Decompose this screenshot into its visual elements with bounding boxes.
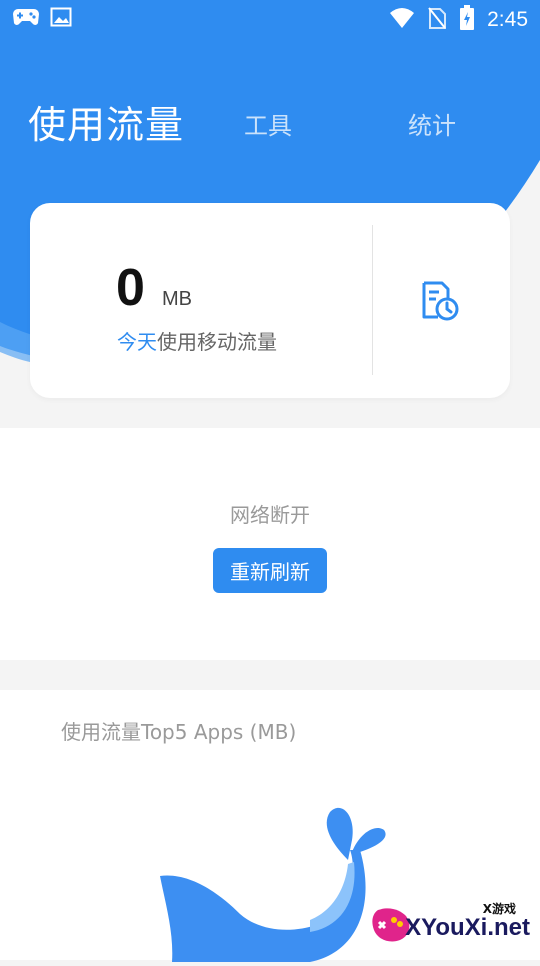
no-sim-icon bbox=[427, 6, 447, 34]
tab-usage[interactable]: 使用流量 bbox=[28, 94, 184, 149]
usage-value: 0 bbox=[116, 259, 145, 317]
clock-time: 2:45 bbox=[487, 8, 528, 31]
usage-caption-highlight: 今天 bbox=[117, 330, 157, 354]
watermark-logo: X游戏 XYouXi.net bbox=[370, 900, 530, 948]
image-icon bbox=[50, 6, 72, 32]
usage-card: 0 MB 今天使用移动流量 bbox=[30, 203, 510, 398]
gamepad-icon bbox=[12, 6, 40, 32]
whale-illustration bbox=[160, 802, 400, 966]
card-divider bbox=[372, 225, 373, 375]
battery-charging-icon bbox=[459, 5, 475, 35]
tab-stats[interactable]: 统计 bbox=[408, 106, 456, 141]
wifi-icon bbox=[389, 7, 415, 33]
network-disconnected-text: 网络断开 bbox=[230, 503, 310, 527]
top-tabs: 使用流量 工具 统计 bbox=[0, 90, 540, 150]
data-history-icon[interactable] bbox=[418, 279, 462, 323]
usage-caption-rest: 使用移动流量 bbox=[157, 330, 277, 354]
watermark-big-text: XYouXi.net bbox=[405, 914, 530, 941]
tab-tools[interactable]: 工具 bbox=[244, 106, 292, 141]
status-bar: 2:45 bbox=[0, 0, 540, 38]
offline-panel: 网络断开 重新刷新 bbox=[0, 428, 540, 660]
usage-unit: MB bbox=[162, 288, 192, 310]
usage-caption: 今天使用移动流量 bbox=[117, 326, 277, 355]
refresh-button[interactable]: 重新刷新 bbox=[213, 548, 327, 593]
top5-title: 使用流量Top5 Apps (MB) bbox=[61, 720, 297, 744]
